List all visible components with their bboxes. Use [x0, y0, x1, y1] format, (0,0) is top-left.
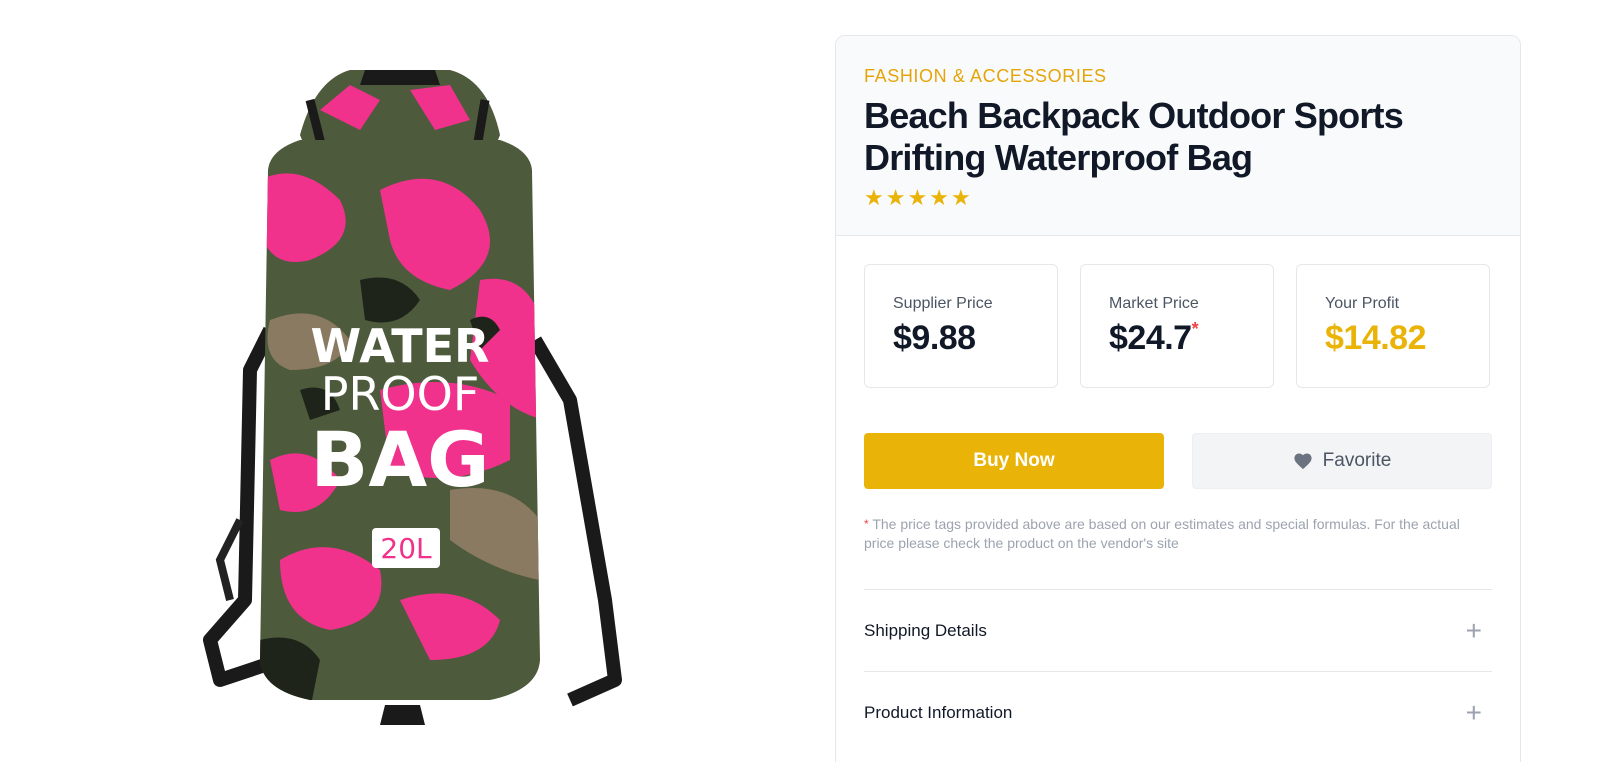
market-price-box: Market Price $24.7*: [1080, 264, 1274, 388]
star-icon: ★: [907, 185, 928, 210]
star-icon: ★: [929, 185, 949, 210]
bag-print-water: WATER: [311, 319, 490, 373]
rating-stars: ★ ★ ★ ★ ★: [864, 187, 1492, 209]
accordion-shipping-details[interactable]: Shipping Details +: [864, 589, 1492, 671]
star-icon: ★: [864, 185, 884, 210]
disclaimer-asterisk: *: [864, 517, 869, 531]
star-icon: ★: [885, 185, 906, 210]
supplier-price-value: $9.88: [893, 319, 976, 357]
buy-now-label: Buy Now: [973, 450, 1055, 471]
accordion-label: Shipping Details: [864, 620, 987, 640]
accordion-product-information[interactable]: Product Information +: [864, 671, 1492, 753]
bag-print-bag: BAG: [310, 415, 489, 504]
favorite-button[interactable]: Favorite: [1192, 433, 1492, 489]
product-category[interactable]: FASHION & ACCESSORIES: [864, 66, 1492, 87]
details-accordion: Shipping Details + Product Information +: [864, 589, 1492, 753]
heart-icon: [1294, 453, 1312, 470]
profit-label: Your Profit: [1325, 295, 1400, 312]
bag-print-capacity: 20L: [380, 532, 432, 565]
action-row: Buy Now Favorite: [864, 433, 1492, 489]
accordion-label: Product Information: [864, 702, 1013, 722]
favorite-label: Favorite: [1322, 450, 1392, 471]
star-icon: ★: [950, 185, 971, 210]
market-price-value-wrap: $24.7*: [1109, 319, 1273, 358]
disclaimer-text: The price tags provided above are based …: [864, 516, 1460, 551]
supplier-price-label: Supplier Price: [893, 295, 993, 312]
product-image: WATER PROOF BAG 20L: [150, 40, 710, 762]
market-price-value: $24.7: [1109, 319, 1192, 357]
buy-now-button[interactable]: Buy Now: [864, 433, 1164, 489]
price-disclaimer: * The price tags provided above are base…: [864, 515, 1492, 553]
product-details-card: FASHION & ACCESSORIES Beach Backpack Out…: [835, 35, 1521, 762]
bag-print-proof: PROOF: [321, 367, 480, 421]
plus-icon[interactable]: +: [1466, 616, 1482, 645]
market-price-asterisk: *: [1191, 319, 1199, 339]
profit-value: $14.82: [1325, 319, 1427, 357]
profit-box: Your Profit $14.82: [1296, 264, 1490, 388]
price-row: Supplier Price $9.88 Market Price $24.7*…: [864, 264, 1492, 388]
product-header: FASHION & ACCESSORIES Beach Backpack Out…: [836, 36, 1520, 236]
market-price-label: Market Price: [1109, 295, 1199, 312]
product-title: Beach Backpack Outdoor Sports Drifting W…: [864, 95, 1404, 178]
plus-icon[interactable]: +: [1466, 698, 1482, 727]
supplier-price-box: Supplier Price $9.88: [864, 264, 1058, 388]
